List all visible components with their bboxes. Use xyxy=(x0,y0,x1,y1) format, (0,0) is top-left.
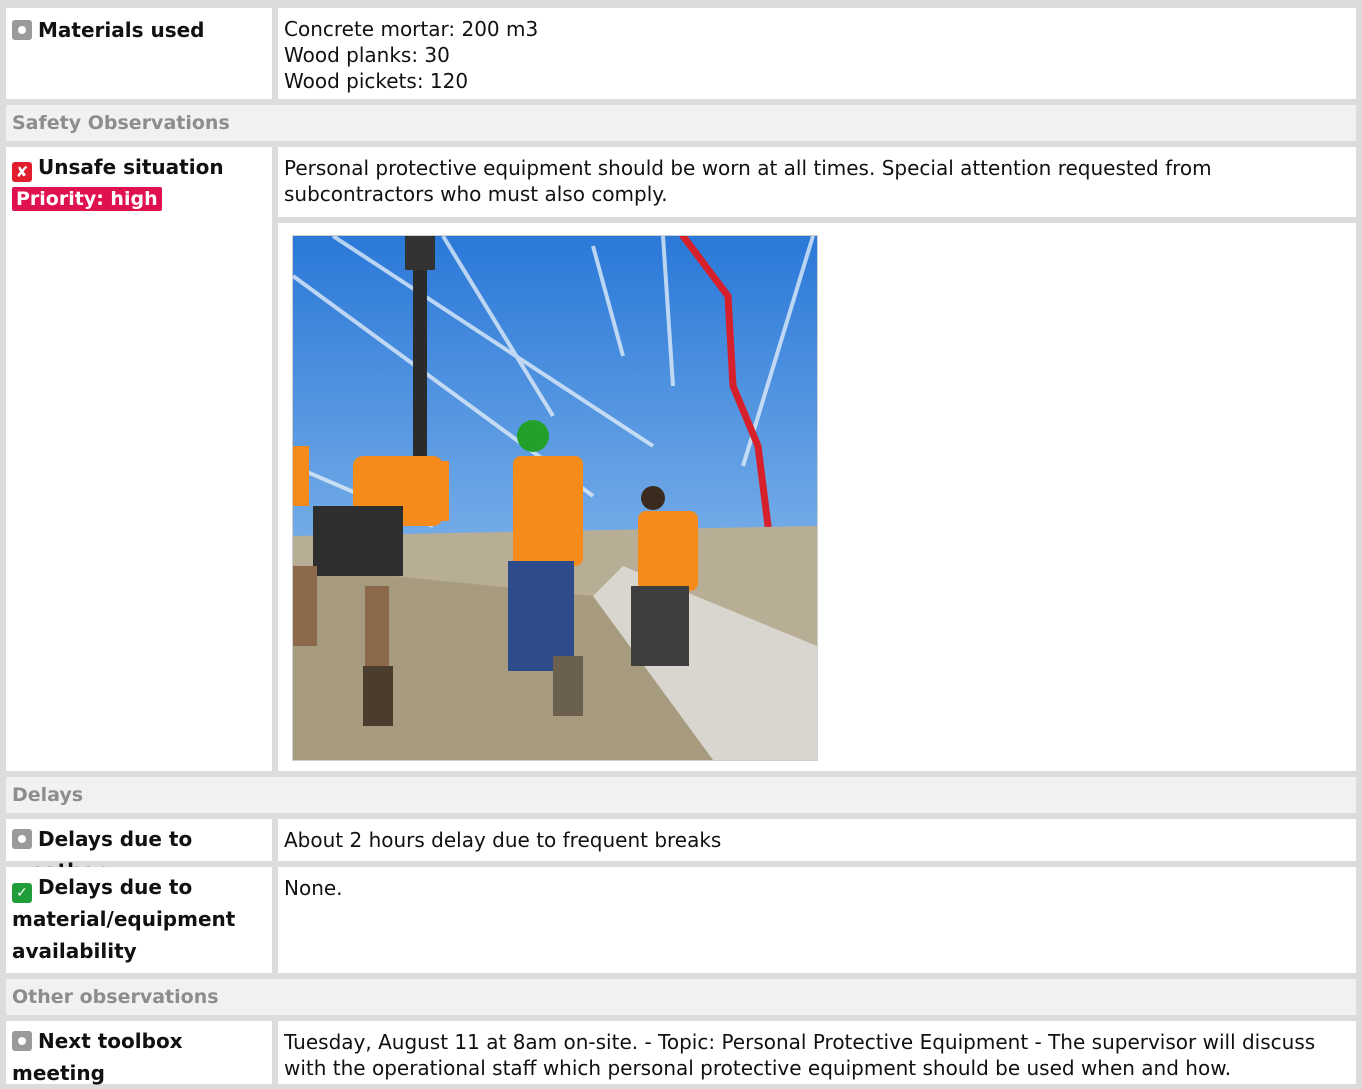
unsafe-description: Personal protective equipment should be … xyxy=(284,156,1212,206)
toolbox-value-cell: Tuesday, August 11 at 8am on-site. - Top… xyxy=(278,1021,1356,1084)
materials-line: Concrete mortar: 200 m3 xyxy=(284,17,539,41)
unsafe-label: Unsafe situation xyxy=(38,155,224,179)
unsafe-label-cell: ✘ Unsafe situation Priority: high xyxy=(6,147,272,771)
neutral-dot-icon xyxy=(12,829,32,849)
materials-label: Materials used xyxy=(38,18,205,42)
row-materials-used: Materials used Concrete mortar: 200 m3 W… xyxy=(6,8,1356,99)
row-next-toolbox-meeting: Next toolbox meeting Tuesday, August 11 … xyxy=(6,1021,1356,1085)
report-sheet: Materials used Concrete mortar: 200 m3 W… xyxy=(0,0,1362,1085)
row-unsafe-situation: ✘ Unsafe situation Priority: high Persona… xyxy=(6,147,1356,771)
material-delay-value-cell: None. xyxy=(278,867,1356,973)
material-delay-label: Delays due to material/equipment availab… xyxy=(12,875,236,963)
neutral-dot-icon xyxy=(12,1031,32,1051)
materials-value-cell: Concrete mortar: 200 m3 Wood planks: 30 … xyxy=(278,8,1356,99)
section-delays: Delays xyxy=(6,777,1356,813)
weather-value-cell: About 2 hours delay due to frequent brea… xyxy=(278,819,1356,861)
unsafe-photo-cell xyxy=(278,223,1356,771)
toolbox-label-cell: Next toolbox meeting xyxy=(6,1021,272,1085)
material-delay-description: None. xyxy=(284,876,343,900)
toolbox-description: Tuesday, August 11 at 8am on-site. - Top… xyxy=(284,1030,1316,1080)
weather-label-cell: Delays due to weather xyxy=(6,819,272,883)
row-delays-weather: Delays due to weather About 2 hours dela… xyxy=(6,819,1356,883)
neutral-dot-icon xyxy=(12,20,32,40)
cross-icon: ✘ xyxy=(12,162,32,182)
weather-description: About 2 hours delay due to frequent brea… xyxy=(284,828,722,852)
material-delay-label-cell: ✓ Delays due to material/equipment availa… xyxy=(6,867,272,973)
photo-illustration xyxy=(293,236,817,760)
construction-workers-photo[interactable] xyxy=(292,235,818,761)
priority-badge: Priority: high xyxy=(12,187,162,211)
check-icon: ✓ xyxy=(12,883,32,903)
unsafe-value-cell: Personal protective equipment should be … xyxy=(278,147,1356,217)
materials-line: Wood planks: 30 xyxy=(284,43,450,67)
toolbox-label: Next toolbox meeting xyxy=(12,1029,183,1085)
materials-line: Wood pickets: 120 xyxy=(284,69,469,93)
row-delays-material: ✓ Delays due to material/equipment availa… xyxy=(6,867,1356,973)
materials-label-cell: Materials used xyxy=(6,8,272,99)
section-safety-observations: Safety Observations xyxy=(6,105,1356,141)
section-other-observations: Other observations xyxy=(6,979,1356,1015)
